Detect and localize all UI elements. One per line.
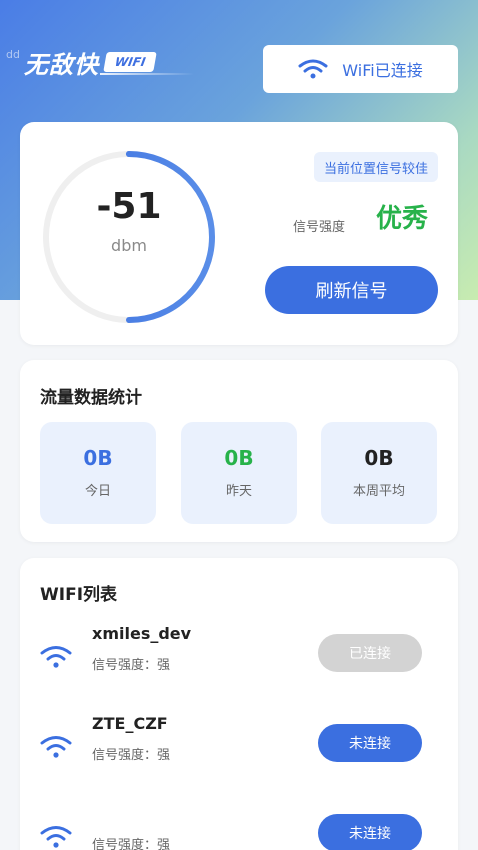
brand-name: 无敌快 [24, 50, 99, 79]
connected-button[interactable]: 已连接 [318, 634, 422, 672]
signal-card: -51 dbm 当前位置信号较佳 信号强度 优秀 刷新信号 [20, 122, 458, 345]
stat-yesterday: 0B 昨天 [181, 422, 297, 524]
wifi-list-item[interactable]: xmiles_dev 信号强度：强 已连接 [20, 624, 458, 696]
traffic-title: 流量数据统计 [40, 388, 142, 408]
brand-badge: WIFI [103, 52, 158, 72]
traffic-card: 流量数据统计 0B 今日 0B 昨天 0B 本周平均 [20, 360, 458, 542]
connect-button[interactable]: 未连接 [318, 814, 422, 850]
signal-hint-badge: 当前位置信号较佳 [313, 152, 438, 182]
signal-value: -51 [96, 186, 162, 227]
wifi-strength: 信号强度：强 [92, 748, 171, 763]
stat-label: 今日 [84, 484, 111, 499]
wifi-list-item[interactable]: 信号强度：强 未连接 [20, 804, 458, 850]
wifi-list-item[interactable]: ZTE_CZF 信号强度：强 未连接 [20, 714, 458, 786]
wifi-icon [40, 826, 72, 848]
wifi-list-card: WIFI列表 xmiles_dev 信号强度：强 已连接 ZTE_CZF 信号强… [20, 558, 458, 850]
strength-value: 优秀 [376, 204, 429, 234]
stat-value: 0B [224, 446, 254, 470]
faint-watermark-text: dd [6, 48, 20, 61]
stat-value: 0B [364, 446, 394, 470]
brand-underline [100, 73, 194, 75]
refresh-signal-button[interactable]: 刷新信号 [265, 266, 438, 314]
stat-value: 0B [83, 446, 113, 470]
connect-button[interactable]: 未连接 [318, 724, 422, 762]
stat-label: 本周平均 [352, 484, 405, 499]
wifi-icon [298, 59, 328, 79]
stat-label: 昨天 [225, 484, 252, 499]
wifi-strength: 信号强度：强 [92, 658, 171, 673]
wifi-status-label: WiFi已连接 [342, 61, 423, 80]
strength-label: 信号强度 [293, 220, 346, 235]
wifi-icon [40, 736, 72, 758]
stat-week-average: 0B 本周平均 [321, 422, 437, 524]
signal-unit: dbm [111, 236, 147, 255]
wifi-list-title: WIFI列表 [40, 585, 118, 605]
wifi-ssid: xmiles_dev [92, 624, 192, 643]
stat-today: 0B 今日 [40, 422, 156, 524]
wifi-icon [40, 646, 72, 668]
wifi-status-button[interactable]: WiFi已连接 [263, 45, 458, 93]
wifi-strength: 信号强度：强 [92, 838, 171, 850]
wifi-ssid: ZTE_CZF [92, 714, 168, 733]
